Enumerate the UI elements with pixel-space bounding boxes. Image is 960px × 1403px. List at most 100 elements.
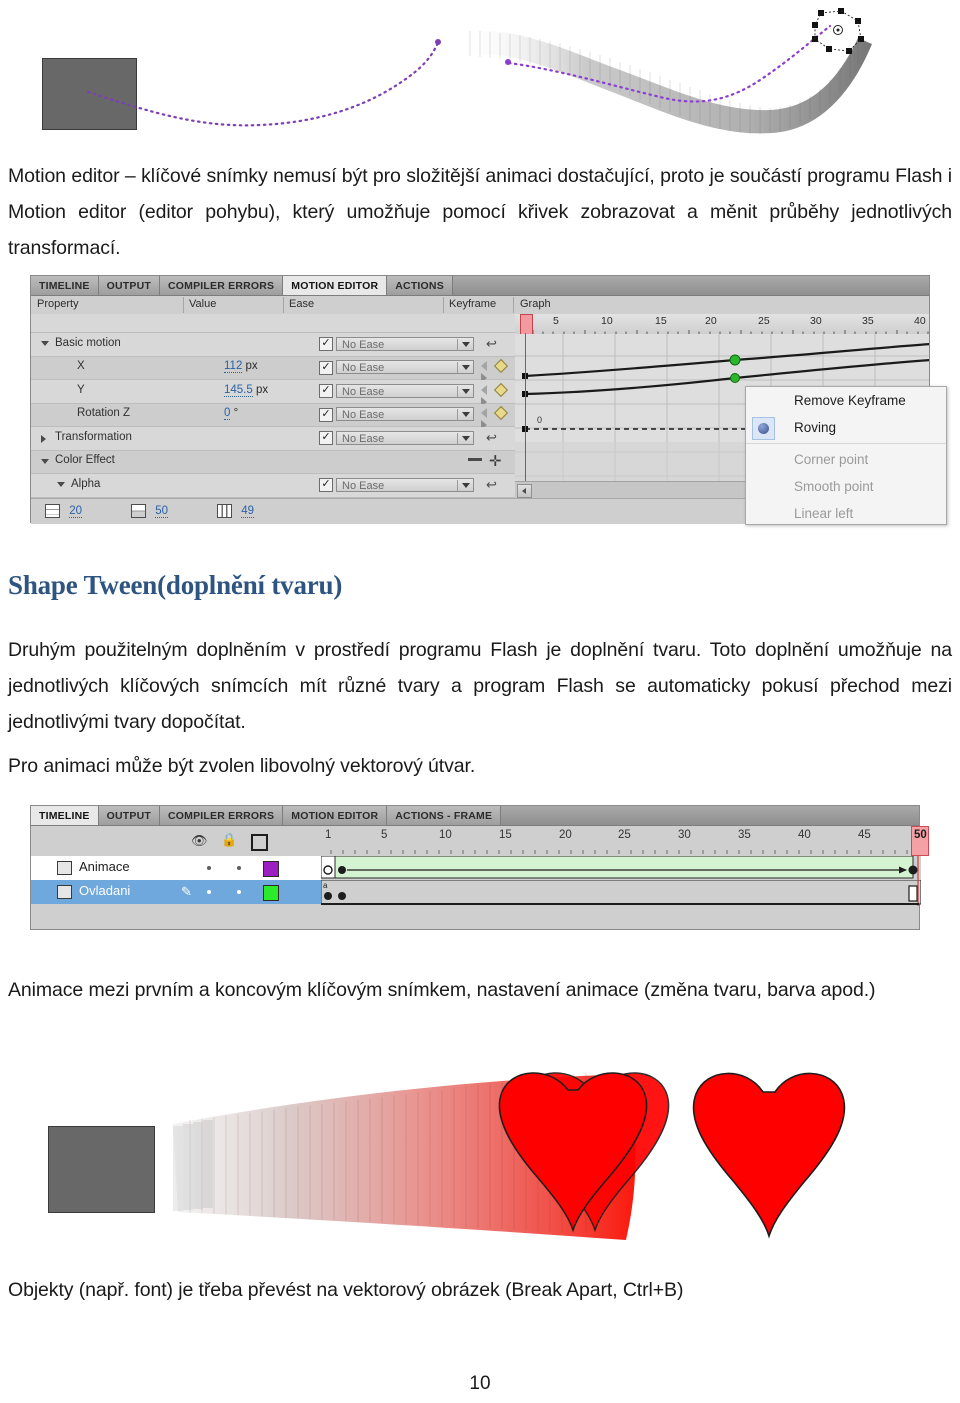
- ease-enable-checkbox[interactable]: ✓: [319, 407, 333, 422]
- expanded-graph-size-control[interactable]: 50: [131, 504, 168, 518]
- menu-item-remove-keyframe[interactable]: Remove Keyframe: [746, 387, 946, 414]
- chevron-down-icon[interactable]: [462, 435, 470, 441]
- motion-editor-property-list[interactable]: Basic motion ✓ No Ease ↩ X 112 px ✓ No E…: [31, 314, 515, 498]
- radio-selected-indicator: [752, 417, 775, 440]
- document-page: Motion editor – klíčové snímky nemusí bý…: [0, 0, 960, 1403]
- expanded-graph-size-value[interactable]: 50: [155, 505, 168, 518]
- ease-dropdown[interactable]: No Ease: [336, 383, 474, 398]
- graph-size-value[interactable]: 20: [69, 505, 82, 518]
- viewable-frames-control[interactable]: 49: [217, 504, 254, 518]
- tab-actions[interactable]: ACTIONS: [387, 276, 453, 295]
- property-row-rotation-z[interactable]: Rotation Z 0 ° ✓ No Ease: [31, 403, 515, 431]
- layer-name-cell[interactable]: Animace: [31, 856, 321, 880]
- ease-dropdown[interactable]: No Ease: [336, 430, 474, 445]
- chevron-down-icon[interactable]: [462, 341, 470, 347]
- property-row-color-effect[interactable]: Color Effect ✛: [31, 450, 515, 474]
- outline-square-icon[interactable]: [251, 834, 268, 851]
- previous-keyframe-icon[interactable]: [481, 384, 487, 395]
- reset-values-icon[interactable]: ↩: [486, 430, 497, 446]
- layer-lock-toggle[interactable]: [237, 890, 241, 894]
- tab-timeline[interactable]: TIMELINE: [31, 276, 99, 295]
- shape-tween-illustration: [30, 1060, 930, 1260]
- graph-ruler[interactable]: 5 10 15 20 25 30 35 40: [515, 314, 929, 335]
- timeline-panel[interactable]: TIMELINE OUTPUT COMPILER ERRORS MOTION E…: [30, 805, 929, 931]
- viewable-frames-value[interactable]: 49: [241, 505, 254, 518]
- graph-playhead[interactable]: [520, 314, 533, 335]
- ease-dropdown[interactable]: No Ease: [336, 360, 474, 374]
- property-row-transformation[interactable]: Transformation ✓ No Ease ↩: [31, 427, 515, 451]
- ease-enable-checkbox[interactable]: ✓: [319, 337, 333, 351]
- tab-output[interactable]: OUTPUT: [98, 276, 160, 295]
- timeline-layer-ovladani[interactable]: Ovladani ✎ a: [31, 880, 921, 906]
- layer-name-cell[interactable]: Ovladani ✎: [31, 880, 321, 904]
- layer-visibility-toggle[interactable]: [207, 890, 211, 894]
- property-value[interactable]: 0 °: [224, 407, 238, 420]
- dropdown-separator: [457, 385, 458, 398]
- layer-frames-ovladani[interactable]: a: [321, 880, 921, 906]
- ease-dropdown[interactable]: No Ease: [336, 407, 474, 421]
- ease-enable-checkbox[interactable]: ✓: [319, 360, 333, 375]
- tab-compiler-errors[interactable]: COMPILER ERRORS: [159, 806, 284, 825]
- timeline-layer-animace[interactable]: Animace: [31, 856, 921, 880]
- tab-output[interactable]: OUTPUT: [98, 806, 160, 825]
- previous-keyframe-icon[interactable]: [481, 408, 487, 419]
- property-row-alpha[interactable]: Alpha ✓ No Ease ↩: [31, 474, 515, 498]
- layer-lock-toggle[interactable]: [237, 866, 241, 870]
- tab-compiler-errors[interactable]: COMPILER ERRORS: [159, 276, 284, 295]
- chevron-down-icon[interactable]: [462, 388, 470, 394]
- chevron-down-icon[interactable]: [462, 482, 470, 488]
- keyframe-diamond-icon[interactable]: [494, 406, 509, 421]
- ease-value: No Ease: [342, 409, 385, 421]
- ruler-tick: 10: [439, 829, 452, 841]
- layer-state-icons[interactable]: 👁 🔒: [191, 832, 331, 851]
- keyframe-diamond-icon[interactable]: [494, 382, 509, 398]
- tab-motion-editor[interactable]: MOTION EDITOR: [283, 806, 388, 825]
- lock-icon[interactable]: 🔒: [221, 832, 237, 848]
- ease-enable-checkbox[interactable]: ✓: [319, 478, 333, 492]
- timeline-tabbar[interactable]: TIMELINE OUTPUT COMPILER ERRORS MOTION E…: [31, 806, 919, 826]
- property-row-y[interactable]: Y 145.5 px ✓ No Ease: [31, 380, 515, 407]
- ease-enable-checkbox[interactable]: ✓: [319, 384, 333, 398]
- graph-playhead-line: [525, 333, 526, 498]
- property-row-x[interactable]: X 112 px ✓ No Ease: [31, 356, 515, 384]
- property-value[interactable]: 145.5 px: [224, 383, 268, 397]
- layer-folder-icon: [57, 885, 72, 899]
- chevron-down-icon[interactable]: [41, 458, 49, 464]
- reset-values-icon[interactable]: ↩: [486, 477, 497, 493]
- chevron-down-icon[interactable]: [41, 341, 49, 346]
- previous-keyframe-icon[interactable]: [481, 361, 487, 372]
- tab-motion-editor[interactable]: MOTION EDITOR: [283, 276, 388, 295]
- tab-timeline[interactable]: TIMELINE: [31, 806, 99, 825]
- graph-size-control[interactable]: 20: [45, 504, 82, 518]
- menu-item-roving[interactable]: Roving: [746, 414, 946, 441]
- scroll-left-button[interactable]: [517, 484, 532, 498]
- ease-enable-checkbox[interactable]: ✓: [319, 431, 333, 445]
- layer-visibility-toggle[interactable]: [207, 866, 211, 870]
- timeline-ruler[interactable]: 1 5 10 15 20 25 30 35 40 45 50: [321, 826, 929, 856]
- chevron-right-icon[interactable]: [41, 435, 46, 443]
- property-row-basic-motion[interactable]: Basic motion ✓ No Ease ↩: [31, 333, 515, 357]
- property-value[interactable]: 112 px: [224, 360, 258, 373]
- motion-editor-tabbar[interactable]: TIMELINE OUTPUT COMPILER ERRORS MOTION E…: [31, 276, 929, 296]
- layer-frames-animace[interactable]: [321, 856, 921, 880]
- ease-value: No Ease: [342, 432, 385, 445]
- chevron-down-icon[interactable]: [57, 482, 65, 487]
- dropdown-separator: [457, 362, 458, 374]
- add-color-effect-icon[interactable]: ✛: [489, 454, 502, 469]
- remove-color-effect-icon[interactable]: [468, 457, 482, 461]
- reset-values-icon[interactable]: ↩: [486, 336, 497, 352]
- column-divider: [513, 297, 514, 313]
- pencil-edit-icon[interactable]: ✎: [181, 884, 192, 900]
- tab-actions-frame[interactable]: ACTIONS - FRAME: [387, 806, 502, 825]
- ease-dropdown[interactable]: No Ease: [336, 336, 474, 351]
- layer-outline-color-swatch[interactable]: [263, 885, 279, 901]
- keyframe-diamond-icon[interactable]: [494, 359, 509, 374]
- keyframe-context-menu[interactable]: Remove Keyframe Roving Corner point Smoo…: [745, 386, 947, 525]
- ease-dropdown[interactable]: No Ease: [336, 477, 474, 492]
- chevron-down-icon[interactable]: [462, 412, 470, 417]
- chevron-down-icon[interactable]: [462, 365, 470, 370]
- menu-item-linear-left: Linear left: [794, 506, 854, 521]
- layer-outline-color-swatch[interactable]: [263, 861, 279, 877]
- eye-icon[interactable]: 👁: [191, 833, 208, 849]
- timeline-layers[interactable]: Animace Ovladani ✎ a: [31, 856, 921, 931]
